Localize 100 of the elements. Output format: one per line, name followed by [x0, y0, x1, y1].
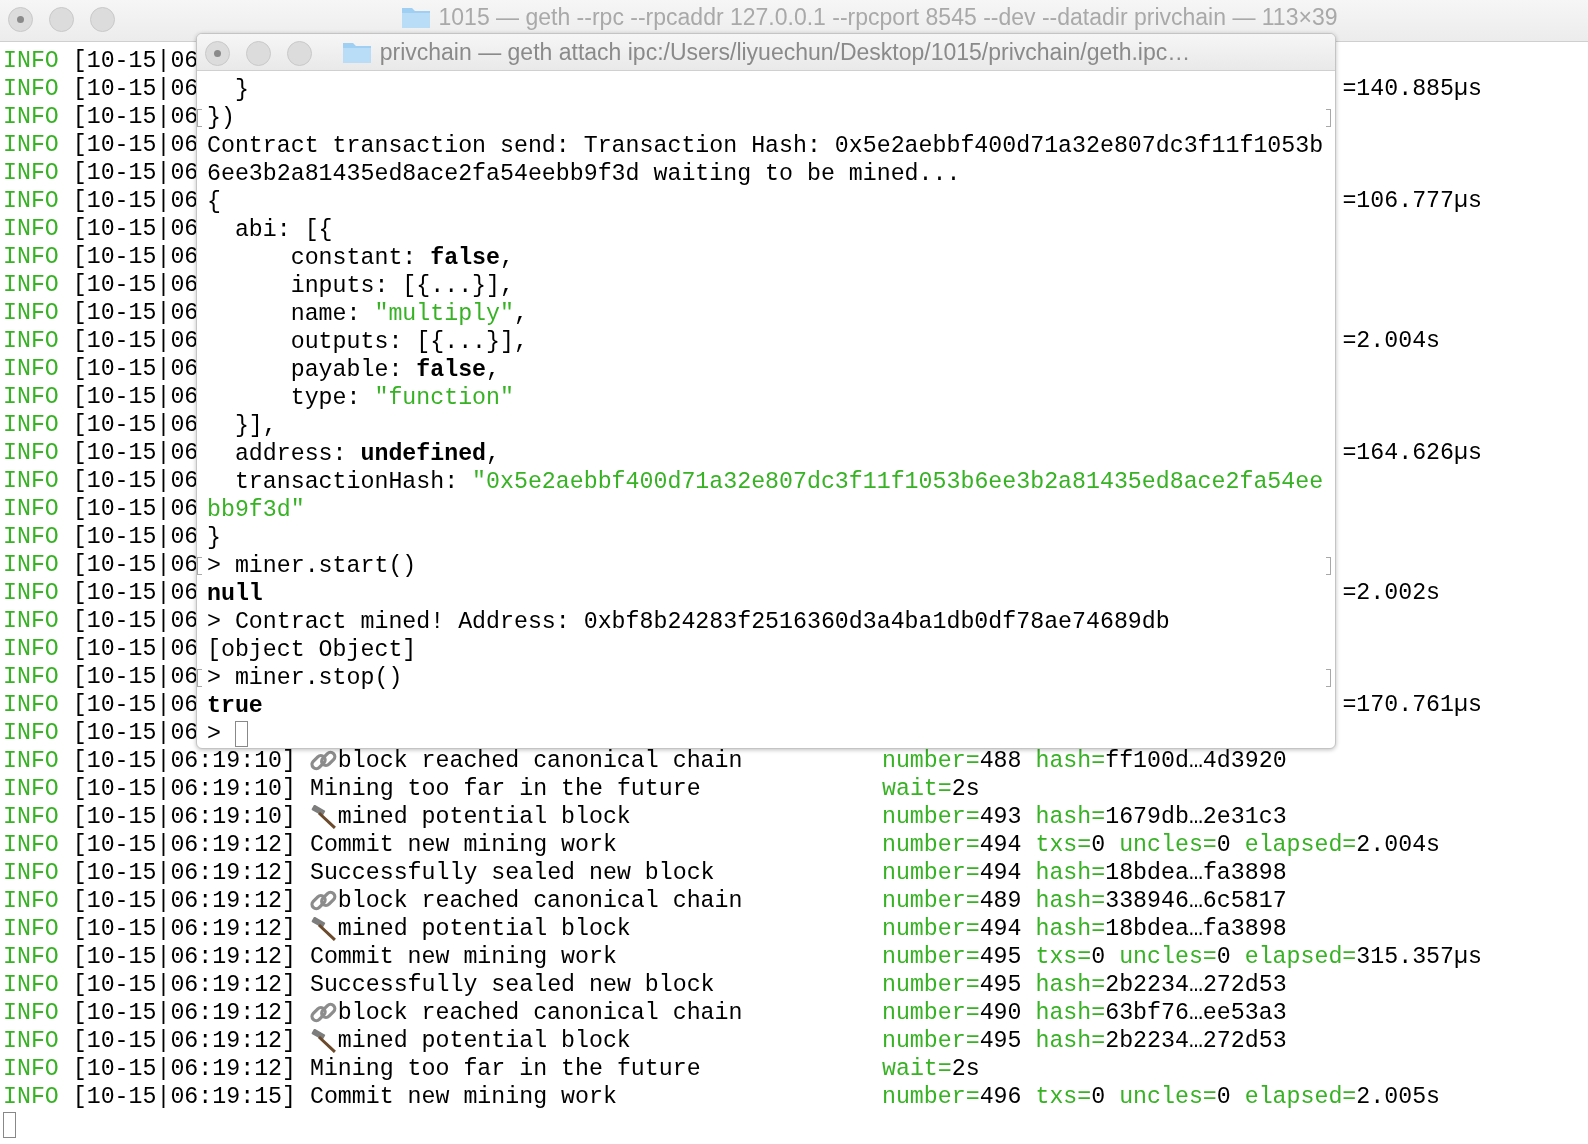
console-line: } [207, 524, 221, 552]
log-field: number=494 [882, 859, 1022, 887]
log-timestamp: [10-15|06:19:15] [72, 1083, 296, 1111]
log-field: uncles=0 [1119, 943, 1231, 971]
log-timestamp: [10-15|06:19:10] [72, 747, 296, 775]
log-level: INFO [3, 495, 59, 523]
log-timestamp: [10-15|06 [72, 215, 199, 243]
log-level: INFO [3, 887, 59, 915]
window-title: privchain — geth attach ipc:/Users/liyuechun/Desktop/1015/privchain/geth.ipc… [379, 37, 1191, 67]
log-timestamp: [10-15|06 [72, 495, 199, 523]
console-line: > miner.start() [207, 552, 417, 580]
log-level: INFO [3, 579, 59, 607]
log-field: hash=63bf76…ee53a3 [1035, 999, 1287, 1027]
log-timestamp: [10-15|06:19:12] [72, 943, 296, 971]
log-field: =2.002s [1342, 579, 1441, 607]
log-field: txs=0 [1035, 943, 1106, 971]
log-level: INFO [3, 439, 59, 467]
log-level: INFO [3, 775, 59, 803]
chain-link-icon [309, 749, 338, 773]
hammer-icon [309, 1029, 338, 1053]
console-line: [object Object] [207, 636, 417, 664]
log-field: hash=2b2234…272d53 [1035, 1027, 1287, 1055]
hammer-icon [309, 805, 338, 829]
log-timestamp: [10-15|06:19:10] [72, 803, 296, 831]
minimize-button[interactable] [49, 7, 74, 32]
log-message: block reached canonical chain [337, 887, 743, 915]
console-line: abi: [{ [233, 216, 333, 244]
log-level: INFO [3, 411, 59, 439]
console-line: outputs: [{...}], [289, 328, 528, 356]
log-message: block reached canonical chain [337, 747, 743, 775]
log-timestamp: [10-15|06 [72, 467, 199, 495]
log-timestamp: [10-15|06 [72, 355, 199, 383]
log-field: number=488 [881, 747, 1022, 775]
log-level: INFO [3, 1055, 59, 1083]
log-message: Commit new mining work [309, 831, 617, 859]
log-timestamp: [10-15|06 [72, 243, 199, 271]
minimize-button[interactable] [246, 41, 271, 66]
text-cursor [3, 1112, 16, 1138]
log-timestamp: [10-15|06 [72, 47, 199, 75]
log-field: =2.004s [1342, 327, 1441, 355]
console-line: { [207, 188, 221, 216]
log-timestamp: [10-15|06 [72, 299, 199, 327]
log-field: elapsed=315.357µs [1244, 943, 1482, 971]
log-timestamp: [10-15|06 [72, 187, 199, 215]
log-level: INFO [3, 383, 59, 411]
folder-icon [341, 40, 372, 64]
console-line: }) [207, 104, 235, 132]
log-timestamp: [10-15|06 [72, 131, 199, 159]
log-field: =140.885µs [1342, 75, 1482, 103]
log-level: INFO [3, 355, 59, 383]
close-button[interactable] [8, 7, 33, 32]
log-timestamp: [10-15|06 [72, 523, 199, 551]
log-timestamp: [10-15|06:19:12] [72, 999, 296, 1027]
log-timestamp: [10-15|06 [72, 159, 199, 187]
console-line: address: undefined, [233, 440, 500, 468]
log-timestamp: [10-15|06:19:12] [72, 859, 296, 887]
log-field: number=493 [881, 803, 1022, 831]
log-timestamp: [10-15|06 [72, 551, 199, 579]
log-level: INFO [3, 607, 59, 635]
close-button[interactable] [205, 41, 230, 66]
log-message: Mining too far in the future [309, 1055, 701, 1083]
zoom-button[interactable] [287, 41, 312, 66]
log-level: INFO [3, 999, 59, 1027]
log-timestamp: [10-15|06:19:12] [72, 831, 296, 859]
log-timestamp: [10-15|06:19:12] [72, 1055, 296, 1083]
log-level: INFO [3, 243, 59, 271]
log-level: INFO [3, 271, 59, 299]
log-level: INFO [3, 691, 59, 719]
log-level: INFO [3, 859, 59, 887]
log-message: block reached canonical chain [337, 999, 743, 1027]
log-timestamp: [10-15|06 [72, 383, 199, 411]
log-field: number=495 [881, 1027, 1022, 1055]
folder-icon [400, 5, 431, 29]
log-timestamp: [10-15|06 [72, 719, 199, 747]
zoom-button[interactable] [90, 7, 115, 32]
log-field: uncles=0 [1119, 1083, 1231, 1111]
log-timestamp: [10-15|06 [72, 75, 199, 103]
log-message: Mining too far in the future [309, 775, 701, 803]
log-field: number=494 [881, 915, 1022, 943]
console-line: transactionHash: "0x5e2aebbf400d71a32e807dc3f11f1053b6ee3b2a81435ed8ace2fa54ee [233, 468, 1324, 496]
log-level: INFO [3, 971, 59, 999]
console-line: > miner.stop() [207, 664, 403, 692]
log-level: INFO [3, 131, 59, 159]
log-level: INFO [3, 943, 59, 971]
console-line: Contract transaction send: Transaction Hash: 0x5e2aebbf400d71a32e807dc3f11f1053b [207, 132, 1324, 160]
console-line: }], [233, 412, 277, 440]
console-line: name: "multiply", [289, 300, 528, 328]
log-field: number=495 [882, 971, 1022, 999]
log-level: INFO [3, 523, 59, 551]
log-timestamp: [10-15|06 [72, 411, 199, 439]
log-message: Commit new mining work [309, 943, 617, 971]
console-line: inputs: [{...}], [289, 272, 514, 300]
log-field: number=489 [881, 887, 1022, 915]
console-line: 6ee3b2a81435ed8ace2fa54eebb9f3d waiting to be mined... [207, 160, 961, 188]
log-level: INFO [3, 719, 59, 747]
log-message: mined potential block [337, 803, 631, 831]
log-timestamp: [10-15|06 [72, 271, 199, 299]
log-level: INFO [3, 75, 59, 103]
log-field: wait=2s [882, 1055, 980, 1083]
log-field: elapsed=2.004s [1244, 831, 1441, 859]
